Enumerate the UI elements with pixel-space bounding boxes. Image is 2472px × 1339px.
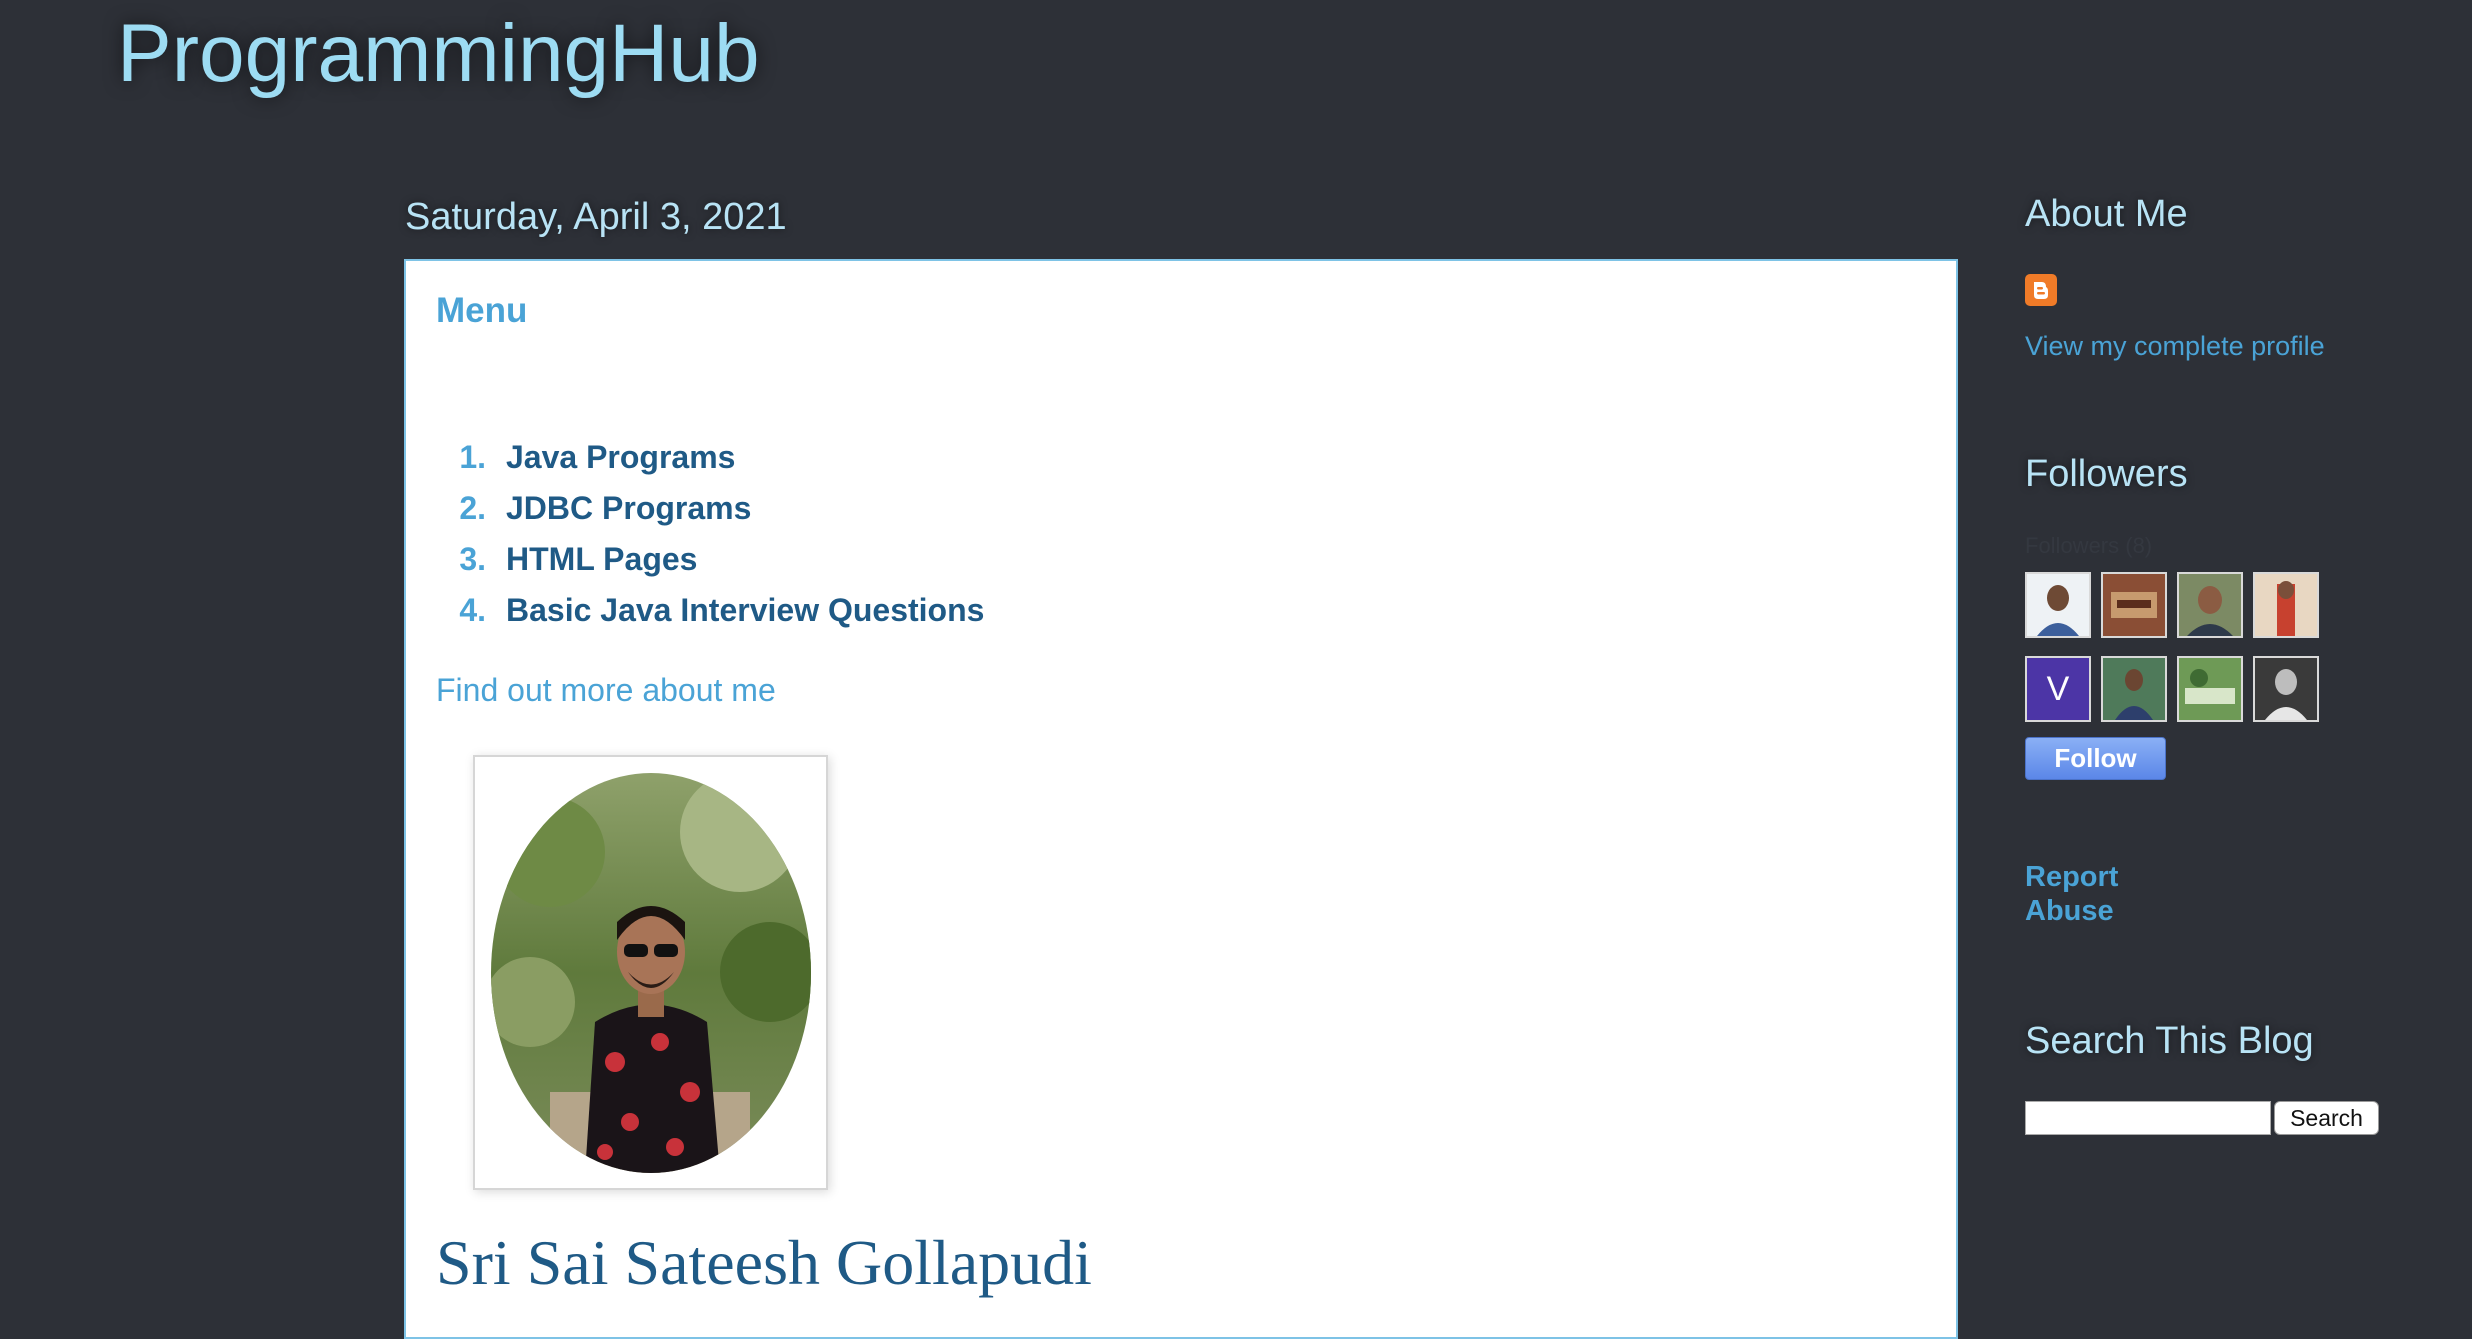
follower-avatar[interactable]: [2253, 656, 2319, 722]
report-abuse-line2: Abuse: [2025, 895, 2114, 927]
search-input[interactable]: [2025, 1101, 2271, 1135]
author-photo-image: [491, 773, 811, 1173]
post-body: Menu 1. Java Programs 2. JDBC Programs 3…: [404, 259, 1958, 1339]
list-number: 2.: [459, 490, 486, 526]
author-name: Sri Sai Sateesh Gollapudi: [436, 1227, 1092, 1298]
menu-item-java-programs: 1. Java Programs: [436, 439, 984, 490]
list-number: 4.: [459, 592, 486, 628]
menu-item-interview-questions: 4. Basic Java Interview Questions: [436, 592, 984, 643]
site-title[interactable]: ProgrammingHub: [117, 4, 760, 104]
search-button[interactable]: Search: [2274, 1101, 2379, 1135]
followers-heading: Followers: [2025, 453, 2188, 495]
menu-link-interview-questions[interactable]: Basic Java Interview Questions: [506, 592, 984, 629]
view-profile-link[interactable]: View my complete profile: [2025, 331, 2325, 362]
follower-avatar[interactable]: [2177, 572, 2243, 638]
menu-link-jdbc-programs[interactable]: JDBC Programs: [506, 490, 751, 527]
follower-avatar[interactable]: [2025, 572, 2091, 638]
follower-avatar-initial[interactable]: V: [2025, 656, 2091, 722]
follower-avatar[interactable]: [2101, 572, 2167, 638]
report-abuse-line1: Report: [2025, 861, 2119, 893]
about-me-heading: About Me: [2025, 193, 2188, 235]
menu-item-jdbc-programs: 2. JDBC Programs: [436, 490, 984, 541]
find-out-more-link[interactable]: Find out more about me: [436, 672, 776, 709]
follower-avatar[interactable]: [2101, 656, 2167, 722]
report-abuse-link[interactable]: Report Abuse: [2025, 860, 2185, 928]
menu-link-html-pages[interactable]: HTML Pages: [506, 541, 697, 578]
author-photo[interactable]: [473, 755, 828, 1190]
search-blog-heading: Search This Blog: [2025, 1020, 2314, 1062]
post-date: Saturday, April 3, 2021: [405, 196, 787, 238]
list-number: 3.: [459, 541, 486, 577]
follower-avatar[interactable]: [2253, 572, 2319, 638]
list-number: 1.: [459, 439, 486, 475]
post-title: Menu: [436, 291, 528, 330]
menu-list: 1. Java Programs 2. JDBC Programs 3. HTM…: [436, 439, 984, 643]
followers-count: Followers (8): [2025, 533, 2153, 558]
menu-item-html-pages: 3. HTML Pages: [436, 541, 984, 592]
follower-avatar[interactable]: [2177, 656, 2243, 722]
menu-link-java-programs[interactable]: Java Programs: [506, 439, 735, 476]
follow-button[interactable]: Follow: [2025, 737, 2166, 780]
blogger-icon[interactable]: [2025, 274, 2057, 306]
